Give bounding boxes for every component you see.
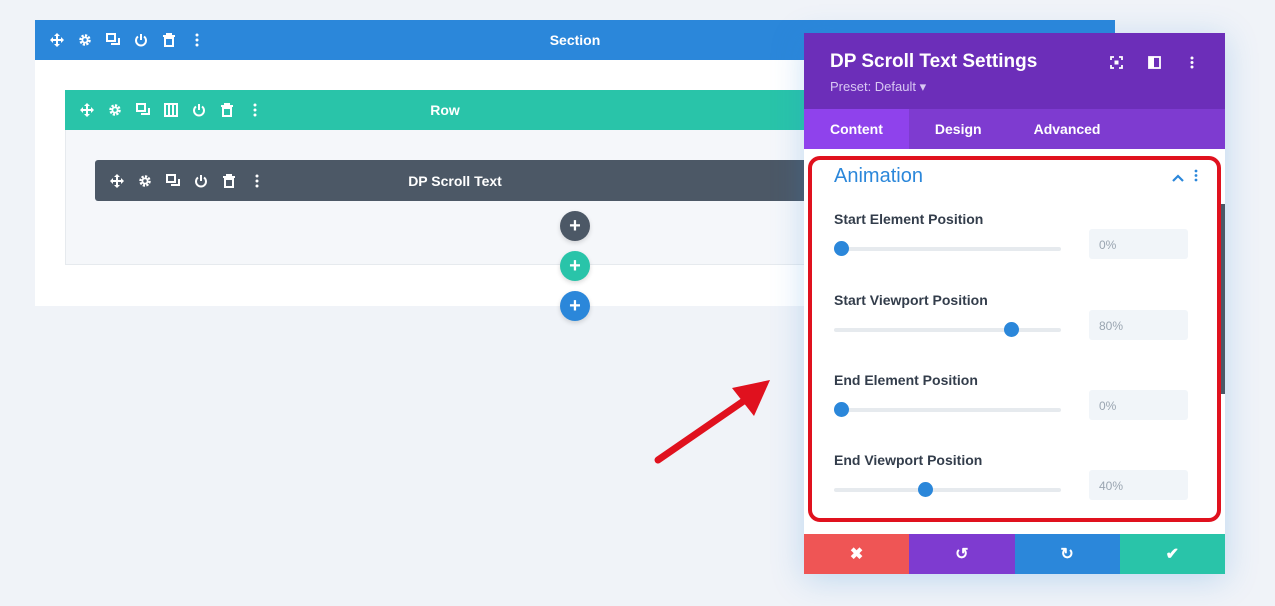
gear-icon[interactable]	[101, 100, 129, 120]
gear-icon[interactable]	[71, 30, 99, 50]
cancel-button[interactable]: ✖	[804, 534, 910, 574]
expand-icon[interactable]	[1097, 51, 1135, 73]
red-arrow-icon	[654, 380, 770, 464]
power-icon[interactable]	[185, 100, 213, 120]
redo-button[interactable]: ↻	[1014, 534, 1120, 574]
move-icon[interactable]	[73, 100, 101, 120]
tab-advanced[interactable]: Advanced	[1008, 109, 1127, 149]
more-icon[interactable]	[183, 30, 211, 50]
move-icon[interactable]	[103, 171, 131, 191]
tab-design[interactable]: Design	[909, 109, 1008, 149]
modal-header: DP Scroll Text Settings Preset: Default …	[804, 33, 1225, 109]
gear-icon[interactable]	[131, 171, 159, 191]
trash-icon[interactable]	[155, 30, 183, 50]
duplicate-icon[interactable]	[129, 100, 157, 120]
save-button[interactable]: ✔	[1119, 534, 1225, 574]
add-module-button[interactable]: +	[560, 211, 590, 241]
add-row-button[interactable]: +	[560, 251, 590, 281]
trash-icon[interactable]	[215, 171, 243, 191]
modal-footer: ✖ ↺ ↻ ✔	[804, 534, 1225, 574]
duplicate-icon[interactable]	[159, 171, 187, 191]
modal-more-icon[interactable]	[1173, 51, 1211, 73]
preset-dropdown[interactable]: Preset: Default ▾	[830, 79, 926, 95]
modal-tabs: Content Design Advanced	[804, 109, 1225, 149]
row-toolbar: Row	[65, 90, 825, 130]
undo-button[interactable]: ↺	[909, 534, 1015, 574]
more-icon[interactable]	[241, 100, 269, 120]
duplicate-icon[interactable]	[99, 30, 127, 50]
highlight-box	[808, 156, 1221, 522]
move-icon[interactable]	[43, 30, 71, 50]
module-toolbar: DP Scroll Text	[95, 160, 815, 201]
modal-title: DP Scroll Text Settings	[830, 51, 1038, 72]
columns-icon[interactable]	[157, 100, 185, 120]
power-icon[interactable]	[127, 30, 155, 50]
split-view-icon[interactable]	[1135, 51, 1173, 73]
more-icon[interactable]	[243, 171, 271, 191]
add-section-button[interactable]: +	[560, 291, 590, 321]
trash-icon[interactable]	[213, 100, 241, 120]
power-icon[interactable]	[187, 171, 215, 191]
tab-content[interactable]: Content	[804, 109, 909, 149]
